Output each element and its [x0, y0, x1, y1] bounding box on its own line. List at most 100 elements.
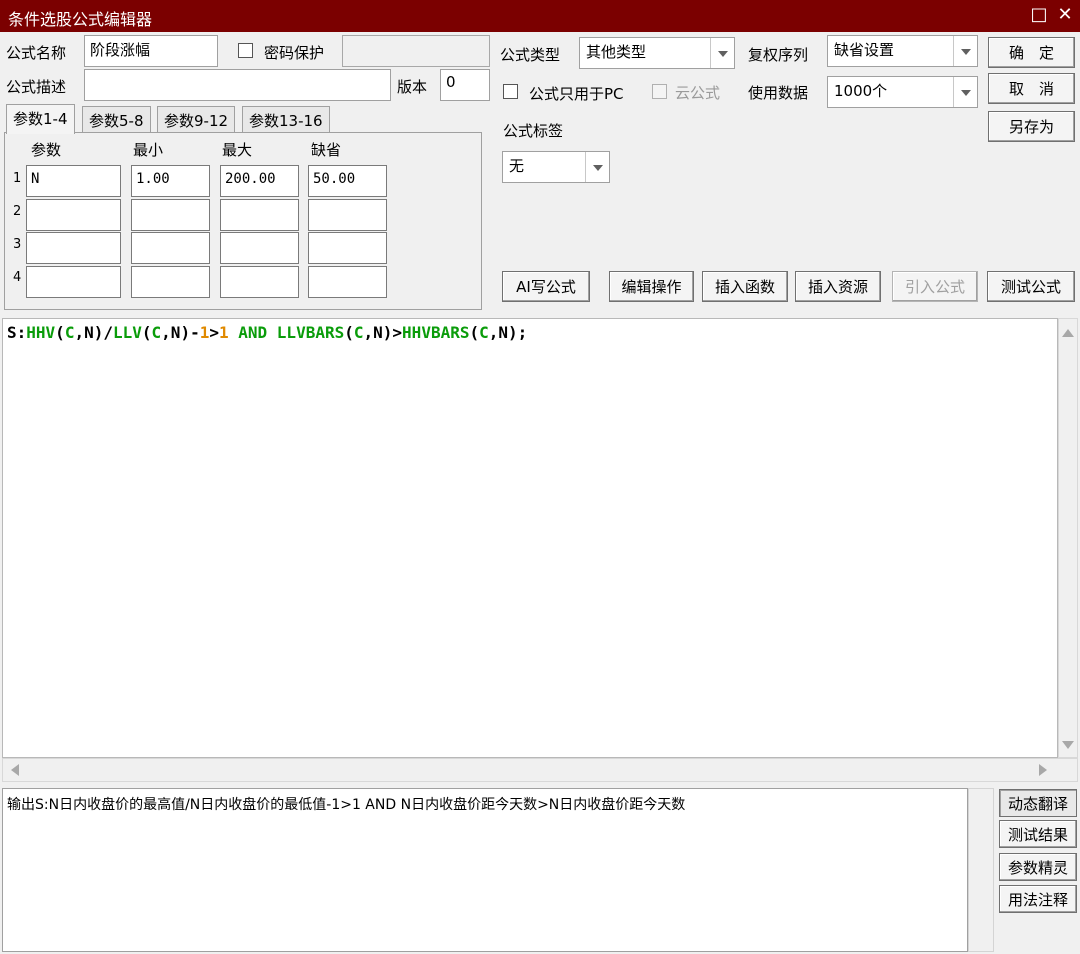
code-token: AND: [228, 323, 277, 342]
param-min-cell[interactable]: 1.00: [131, 165, 210, 197]
test-result-button[interactable]: 测试结果: [999, 820, 1077, 848]
param-max-cell[interactable]: [220, 232, 299, 264]
code-token: (: [141, 323, 152, 342]
code-token: LLV: [112, 323, 142, 342]
restore-series-select[interactable]: 缺省设置: [827, 35, 978, 67]
param-wizard-button[interactable]: 参数精灵: [999, 853, 1077, 881]
param-name-cell[interactable]: [26, 199, 121, 231]
scroll-up-icon[interactable]: [1062, 329, 1074, 337]
code-token: C: [64, 323, 75, 342]
param-min-cell[interactable]: [131, 232, 210, 264]
formula-editor[interactable]: S:HHV(C,N)/LLV(C,N)-1>1 AND LLVBARS(C,N)…: [2, 318, 1058, 758]
save-as-button[interactable]: 另存为: [988, 111, 1075, 142]
chevron-down-icon[interactable]: [710, 38, 734, 68]
ai-write-formula-button[interactable]: AI写公式: [502, 271, 590, 302]
param-name-cell[interactable]: [26, 232, 121, 264]
use-data-value: 1000个: [834, 82, 888, 100]
param-header-min: 最小: [133, 141, 164, 159]
code-token: ,N);: [488, 323, 528, 342]
output-scrollbar[interactable]: [968, 788, 994, 952]
chevron-down-icon[interactable]: [953, 36, 977, 66]
code-token: S:: [7, 323, 27, 342]
params-panel: 参数 最小 最大 缺省 1 N 1.00 200.00 50.00 2 3 4: [4, 132, 482, 310]
param-min-cell[interactable]: [131, 266, 210, 298]
code-token: 1: [199, 323, 210, 342]
pc-only-label: 公式只用于PC: [529, 85, 624, 103]
code-token: HHVBARS: [402, 323, 470, 342]
formula-desc-input[interactable]: [84, 69, 391, 101]
ok-button[interactable]: 确 定: [988, 37, 1075, 68]
code-token: HHV: [26, 323, 56, 342]
restore-series-label: 复权序列: [748, 46, 809, 64]
title-bar: 条件选股公式编辑器 □ ✕: [0, 0, 1080, 32]
scroll-right-icon[interactable]: [1039, 764, 1047, 776]
param-header-name: 参数: [31, 141, 62, 159]
cloud-formula-label: 云公式: [675, 84, 721, 102]
scroll-left-icon[interactable]: [11, 764, 19, 776]
code-token: (: [469, 323, 480, 342]
param-row-number: 3: [13, 237, 22, 252]
param-row-number: 2: [13, 204, 22, 219]
param-default-cell[interactable]: [308, 232, 387, 264]
code-token: 1: [218, 323, 229, 342]
param-min-cell[interactable]: [131, 199, 210, 231]
code-token: >: [209, 323, 219, 342]
editor-vertical-scrollbar[interactable]: [1058, 318, 1078, 758]
translation-output: 输出S:N日内收盘价的最高值/N日内收盘价的最低值-1>1 AND N日内收盘价…: [2, 788, 968, 952]
editor-horizontal-scrollbar[interactable]: [2, 758, 1078, 782]
param-row-number: 1: [13, 171, 22, 186]
param-header-max: 最大: [222, 141, 253, 159]
formula-name-input[interactable]: 阶段涨幅: [84, 35, 218, 67]
cloud-formula-checkbox: [652, 84, 667, 99]
formula-tag-value: 无: [509, 157, 525, 175]
formula-code-line[interactable]: S:HHV(C,N)/LLV(C,N)-1>1 AND LLVBARS(C,N)…: [7, 323, 527, 342]
code-token: C: [479, 323, 489, 342]
param-name-cell[interactable]: N: [26, 165, 121, 197]
password-input: [342, 35, 490, 67]
formula-name-label: 公式名称: [6, 44, 67, 62]
formula-type-select[interactable]: 其他类型: [579, 37, 735, 69]
password-checkbox[interactable]: [238, 43, 253, 58]
usage-notes-button[interactable]: 用法注释: [999, 885, 1077, 913]
edit-operations-button[interactable]: 编辑操作: [609, 271, 694, 302]
use-data-label: 使用数据: [748, 84, 809, 102]
scroll-down-icon[interactable]: [1062, 741, 1074, 749]
code-token: ,N)>: [363, 323, 403, 342]
cancel-button[interactable]: 取 消: [988, 73, 1075, 104]
param-name-cell[interactable]: [26, 266, 121, 298]
tab-params-9-12[interactable]: 参数9-12: [157, 106, 236, 132]
param-max-cell[interactable]: [220, 199, 299, 231]
tab-params-5-8[interactable]: 参数5-8: [82, 106, 151, 132]
code-token: ,N)-: [161, 323, 200, 342]
dynamic-translate-button[interactable]: 动态翻译: [999, 789, 1077, 817]
formula-tag-select[interactable]: 无: [502, 151, 610, 183]
chevron-down-icon[interactable]: [585, 152, 609, 182]
maximize-icon[interactable]: □: [1028, 4, 1050, 26]
param-default-cell[interactable]: [308, 199, 387, 231]
insert-function-button[interactable]: 插入函数: [702, 271, 788, 302]
code-token: (: [55, 323, 65, 342]
close-icon[interactable]: ✕: [1054, 4, 1076, 26]
import-formula-button: 引入公式: [892, 271, 978, 302]
chevron-down-icon[interactable]: [953, 77, 977, 107]
insert-resource-button[interactable]: 插入资源: [795, 271, 881, 302]
restore-series-value: 缺省设置: [834, 41, 895, 59]
formula-tag-label: 公式标签: [503, 122, 564, 140]
password-label: 密码保护: [264, 44, 325, 62]
param-default-cell[interactable]: 50.00: [308, 165, 387, 197]
use-data-select[interactable]: 1000个: [827, 76, 978, 108]
code-token: LLVBARS: [276, 323, 345, 342]
version-input[interactable]: 0: [440, 69, 490, 101]
tab-params-13-16[interactable]: 参数13-16: [242, 106, 330, 132]
formula-type-value: 其他类型: [586, 43, 647, 61]
param-header-default: 缺省: [311, 141, 342, 159]
test-formula-button[interactable]: 测试公式: [987, 271, 1075, 302]
param-max-cell[interactable]: [220, 266, 299, 298]
param-max-cell[interactable]: 200.00: [220, 165, 299, 197]
version-label: 版本: [397, 78, 428, 96]
pc-only-checkbox[interactable]: [503, 84, 518, 99]
tab-params-1-4[interactable]: 参数1-4: [6, 104, 75, 134]
formula-type-label: 公式类型: [500, 46, 561, 64]
window-title: 条件选股公式编辑器: [8, 10, 153, 29]
param-default-cell[interactable]: [308, 266, 387, 298]
